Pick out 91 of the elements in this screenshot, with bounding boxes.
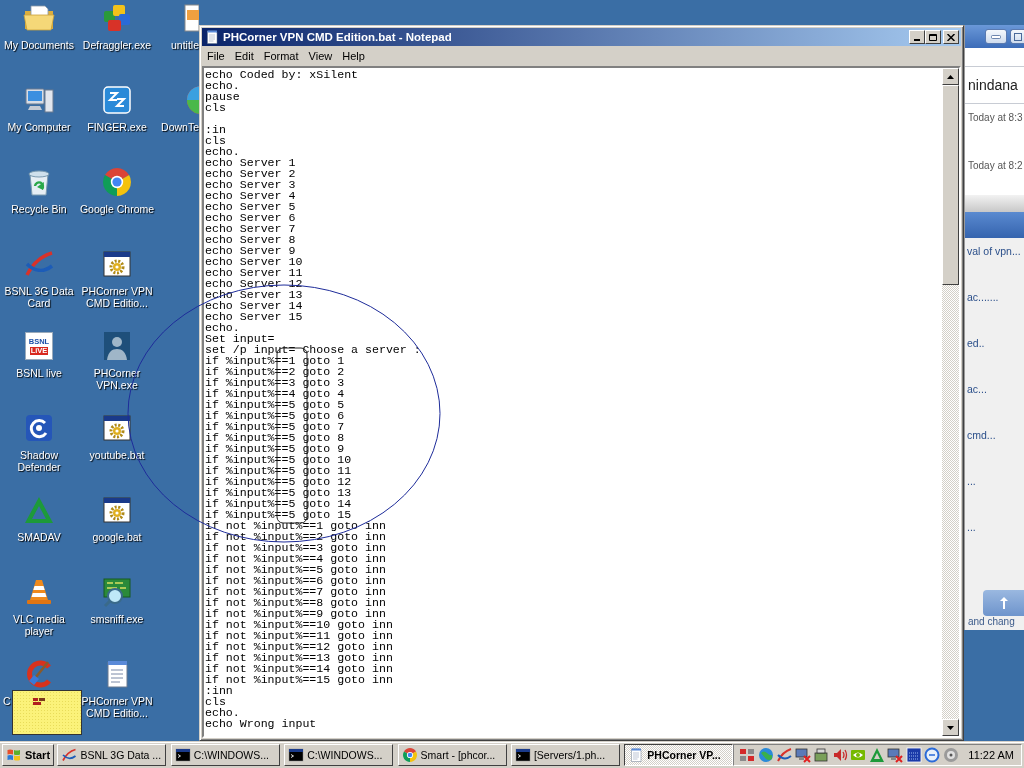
footer-text: and chang — [967, 616, 1015, 627]
shortcut-label[interactable]: youtube.bat — [89, 449, 145, 461]
shortcut-label[interactable]: untitle — [170, 39, 199, 51]
clock: 11:22 AM — [968, 749, 1014, 761]
thread-link[interactable]: ... — [967, 475, 976, 487]
shortcut-label[interactable]: FINGER.exe — [87, 121, 147, 133]
taskbar-button[interactable]: BSNL 3G Data ... — [57, 744, 167, 766]
up-arrow-icon — [999, 597, 1008, 609]
back-to-top-button[interactable] — [983, 590, 1024, 616]
taskbar-button[interactable]: C:\WINDOWS... — [170, 744, 280, 766]
shortcut-label[interactable]: My Documents — [4, 39, 74, 51]
console-icon — [174, 747, 191, 763]
close-icon — [947, 33, 955, 41]
thread-link[interactable]: ac....... — [967, 291, 999, 303]
scrollbar[interactable] — [942, 68, 959, 736]
scroll-down-button[interactable] — [942, 719, 959, 736]
maximize-button[interactable] — [925, 30, 941, 44]
shortcut-label[interactable]: Recycle Bin — [11, 203, 67, 215]
menu-item[interactable]: Format — [258, 48, 304, 65]
shortcut-label[interactable]: BSNL 3G Data Card — [1, 285, 77, 309]
shortcut-label[interactable]: DownTe — [161, 121, 199, 133]
notepad-icon — [204, 29, 220, 45]
zigzag-icon[interactable] — [101, 84, 133, 116]
shortcut-label[interactable]: BSNL live — [16, 367, 62, 379]
blocks-icon — [33, 698, 45, 705]
sticky-note[interactable] — [12, 690, 82, 735]
shortcut-label[interactable]: My Computer — [7, 121, 71, 133]
grid-panel-icon[interactable] — [905, 747, 922, 763]
swirl-icon[interactable] — [23, 412, 55, 444]
window-title: PHCorner VPN CMD Edition.bat - Notepad — [223, 31, 452, 43]
gear-window-icon[interactable] — [101, 494, 133, 526]
thread-link[interactable]: val of vpn... — [967, 245, 1021, 257]
printer-icon[interactable] — [813, 747, 830, 763]
scroll-up-button[interactable] — [942, 68, 959, 85]
page-heading: nindana — [967, 77, 1018, 93]
start-button[interactable]: Start — [2, 744, 55, 766]
taskbar-button[interactable]: C:\WINDOWS... — [284, 744, 394, 766]
magnifier-icon[interactable] — [101, 576, 133, 608]
up-arrow-icon — [947, 74, 954, 79]
minimize-icon — [991, 34, 1001, 39]
restore-button[interactable] — [1010, 29, 1024, 44]
circle-logo-icon[interactable] — [101, 166, 133, 198]
network-error-icon[interactable] — [887, 747, 904, 763]
menu-item[interactable]: View — [303, 48, 338, 65]
gear-window-icon[interactable] — [101, 248, 133, 280]
thread-link[interactable]: ed.. — [967, 337, 985, 349]
network-error-icon[interactable] — [794, 747, 811, 763]
ring-icon[interactable] — [924, 747, 941, 763]
shortcut-label[interactable]: Shadow Defender — [1, 449, 77, 473]
thread-link[interactable]: ac... — [967, 383, 987, 395]
menu-item[interactable]: Help — [337, 48, 370, 65]
flag-icon — [6, 747, 22, 763]
shortcut-label[interactable]: C — [3, 695, 11, 707]
shortcut-label[interactable]: PHCorner VPN CMD Editio... — [79, 695, 155, 719]
swoosh-icon — [61, 747, 78, 763]
thread-link[interactable]: ... — [967, 521, 976, 533]
restore-icon — [1014, 32, 1022, 41]
post-time: Today at 8:3 — [968, 112, 1023, 124]
shortcut-label[interactable]: google.bat — [92, 531, 142, 543]
taskbar-button[interactable]: [Servers/1.ph... — [510, 744, 620, 766]
gear-window-icon[interactable] — [101, 412, 133, 444]
menu-item[interactable]: File — [202, 48, 230, 65]
maximize-icon — [929, 33, 937, 41]
down-arrow-icon — [947, 725, 954, 730]
post-time: Today at 8:2 — [968, 160, 1023, 172]
scroll-thumb[interactable] — [942, 85, 959, 285]
shortcut-label[interactable]: PHCorner VPN CMD Editio... — [79, 285, 155, 309]
speaker-icon[interactable] — [831, 747, 848, 763]
document-icon[interactable] — [183, 2, 199, 34]
shortcut-label[interactable]: VLC media player — [1, 613, 77, 637]
shortcut-label[interactable]: Google Chrome — [79, 203, 155, 215]
thread-link[interactable]: cmd... — [967, 429, 996, 441]
swoosh-icon[interactable] — [776, 747, 793, 763]
silhouette-icon[interactable] — [101, 330, 133, 362]
notepad-icon — [628, 747, 645, 763]
shortcut-label[interactable]: SMADAV — [17, 531, 61, 543]
menu-item[interactable]: Edit — [229, 48, 259, 65]
shortcut-label[interactable]: smsniff.exe — [90, 613, 144, 625]
section-bar — [965, 212, 1024, 238]
taskbar-button[interactable]: Smart - [phcor... — [397, 744, 507, 766]
circle-logo-icon — [401, 747, 418, 763]
grid-icon[interactable] — [739, 747, 756, 763]
console-icon — [288, 747, 305, 763]
taskbar-button[interactable]: PHCorner VP... — [624, 744, 734, 766]
shortcut-label[interactable]: PHCorner VPN.exe — [79, 367, 155, 391]
close-button[interactable] — [943, 30, 959, 44]
cubes-icon[interactable] — [101, 2, 133, 34]
console-icon — [514, 747, 531, 763]
header-band — [965, 195, 1024, 212]
folder-icon[interactable] — [23, 2, 55, 34]
shortcut-label[interactable]: Defraggler.exe — [82, 39, 152, 51]
